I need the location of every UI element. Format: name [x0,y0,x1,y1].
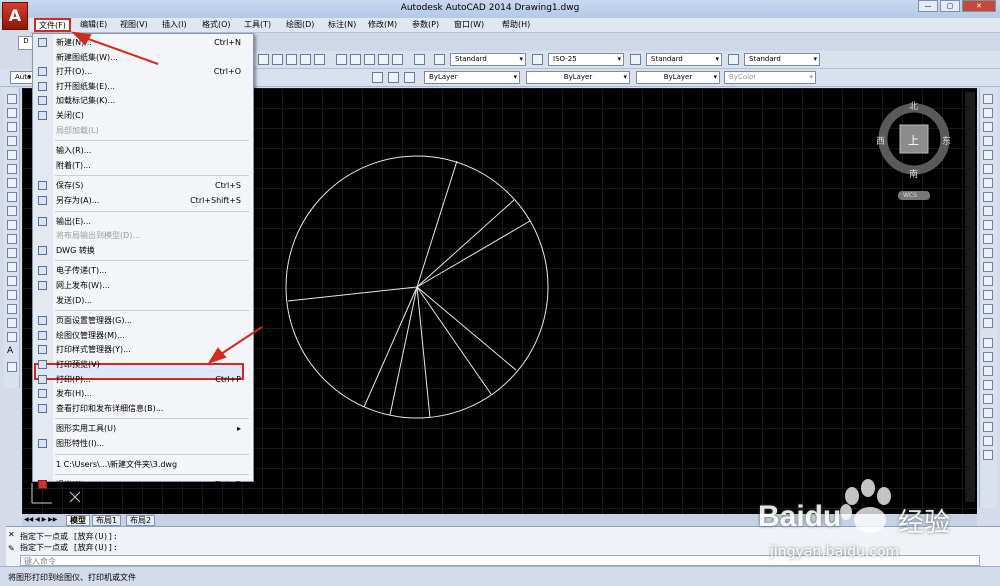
baidu-paw-icon [840,479,891,533]
arrow-head-icon [71,31,92,46]
arrow-head-icon [207,347,227,364]
watermark-url: jingyan.baidu.com [770,544,900,560]
baidu-watermark: Baidu 经验 jingyan.baidu.com [758,478,988,578]
arrow-to-file-menu [79,35,159,65]
jingyan-logo: 经验 [898,508,951,538]
baidu-logo: Baidu [758,500,842,533]
